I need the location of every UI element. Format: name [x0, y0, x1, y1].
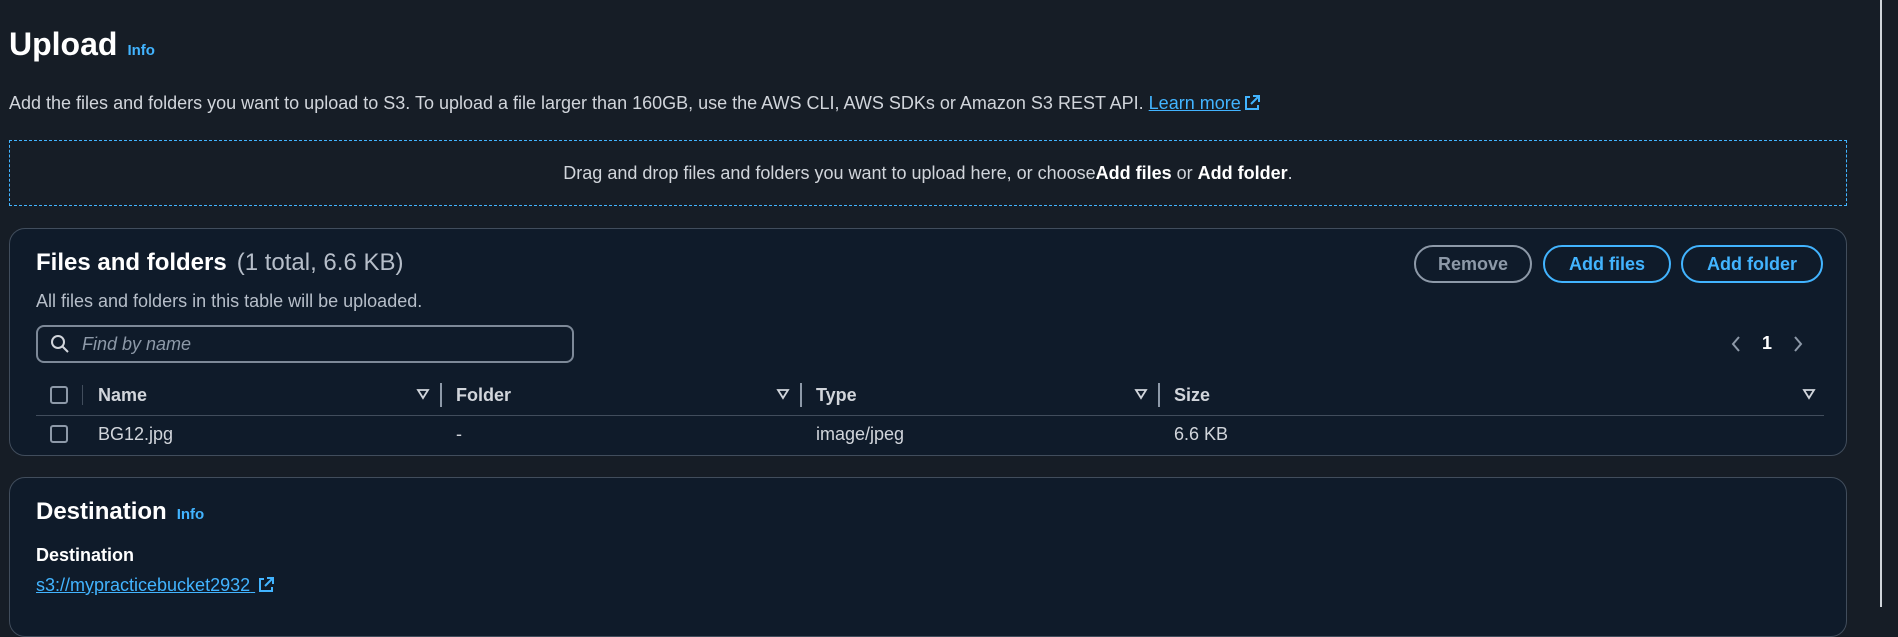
- files-table: Name Folder Type Size BG12.jpg - image/j…: [36, 375, 1824, 454]
- file-type: image/jpeg: [816, 424, 905, 444]
- destination-panel: Destination Info Destination s3://myprac…: [9, 477, 1847, 637]
- sort-caret-icon[interactable]: [1802, 387, 1816, 401]
- drop-zone-add-folder: Add folder: [1197, 162, 1288, 183]
- sort-caret-icon[interactable]: [776, 387, 790, 401]
- external-link-icon: [257, 576, 275, 599]
- files-panel-title: Files and folders: [36, 249, 227, 276]
- drop-zone-add-files: Add files: [1095, 162, 1172, 183]
- search-input[interactable]: [80, 332, 554, 356]
- info-link[interactable]: Info: [127, 42, 155, 59]
- previous-page-icon[interactable]: [1730, 335, 1742, 353]
- learn-more-link[interactable]: Learn more: [1149, 93, 1261, 113]
- column-header-name[interactable]: Name: [98, 385, 147, 406]
- destination-bucket-url: s3://mypracticebucket2932: [36, 575, 251, 595]
- pagination: 1: [1730, 333, 1804, 354]
- files-count: (1 total, 6.6 KB): [236, 249, 404, 276]
- add-folder-button[interactable]: Add folder: [1681, 245, 1823, 283]
- remove-button[interactable]: Remove: [1414, 245, 1532, 283]
- files-panel-header: Files and folders (1 total, 6.6 KB): [36, 249, 403, 277]
- page-description: Add the files and folders you want to up…: [9, 93, 1261, 117]
- column-resizer[interactable]: [1158, 383, 1160, 407]
- file-folder: -: [456, 424, 462, 444]
- search-box: [36, 325, 574, 363]
- column-resizer[interactable]: [800, 383, 802, 407]
- learn-more-label: Learn more: [1148, 93, 1241, 113]
- add-files-button[interactable]: Add files: [1543, 245, 1671, 283]
- page-scrollbar[interactable]: [1880, 0, 1882, 607]
- page-header: Upload Info: [9, 26, 155, 63]
- drop-zone-or: or: [1171, 162, 1198, 183]
- column-divider: [82, 385, 83, 405]
- page-number[interactable]: 1: [1762, 333, 1772, 354]
- destination-info-link[interactable]: Info: [177, 506, 205, 523]
- drop-zone-text: Drag and drop files and folders you want…: [563, 162, 1096, 183]
- destination-header: Destination Info: [36, 498, 204, 526]
- sort-caret-icon[interactable]: [416, 387, 430, 401]
- table-row[interactable]: BG12.jpg - image/jpeg 6.6 KB: [36, 416, 1824, 454]
- sort-caret-icon[interactable]: [1134, 387, 1148, 401]
- column-header-type[interactable]: Type: [816, 385, 857, 406]
- files-panel-subtitle: All files and folders in this table will…: [36, 291, 423, 311]
- column-header-folder[interactable]: Folder: [456, 385, 511, 406]
- select-all-checkbox[interactable]: [50, 386, 68, 404]
- drop-zone-suffix: .: [1287, 162, 1293, 183]
- column-resizer[interactable]: [440, 383, 442, 407]
- destination-label: Destination: [36, 545, 135, 565]
- table-header: Name Folder Type Size: [36, 375, 1824, 416]
- file-size: 6.6 KB: [1174, 424, 1229, 444]
- column-header-size[interactable]: Size: [1174, 385, 1210, 406]
- destination-title: Destination: [36, 498, 167, 525]
- page-title: Upload: [9, 26, 118, 62]
- file-name: BG12.jpg: [98, 424, 174, 444]
- search-icon: [50, 334, 70, 354]
- external-link-icon: [1243, 94, 1261, 117]
- next-page-icon[interactable]: [1792, 335, 1804, 353]
- description-text: Add the files and folders you want to up…: [9, 93, 1144, 113]
- destination-bucket-link[interactable]: s3://mypracticebucket2932: [36, 575, 275, 599]
- drop-zone[interactable]: Drag and drop files and folders you want…: [9, 140, 1847, 206]
- row-checkbox[interactable]: [50, 425, 68, 443]
- files-and-folders-panel: Files and folders (1 total, 6.6 KB) All …: [9, 228, 1847, 456]
